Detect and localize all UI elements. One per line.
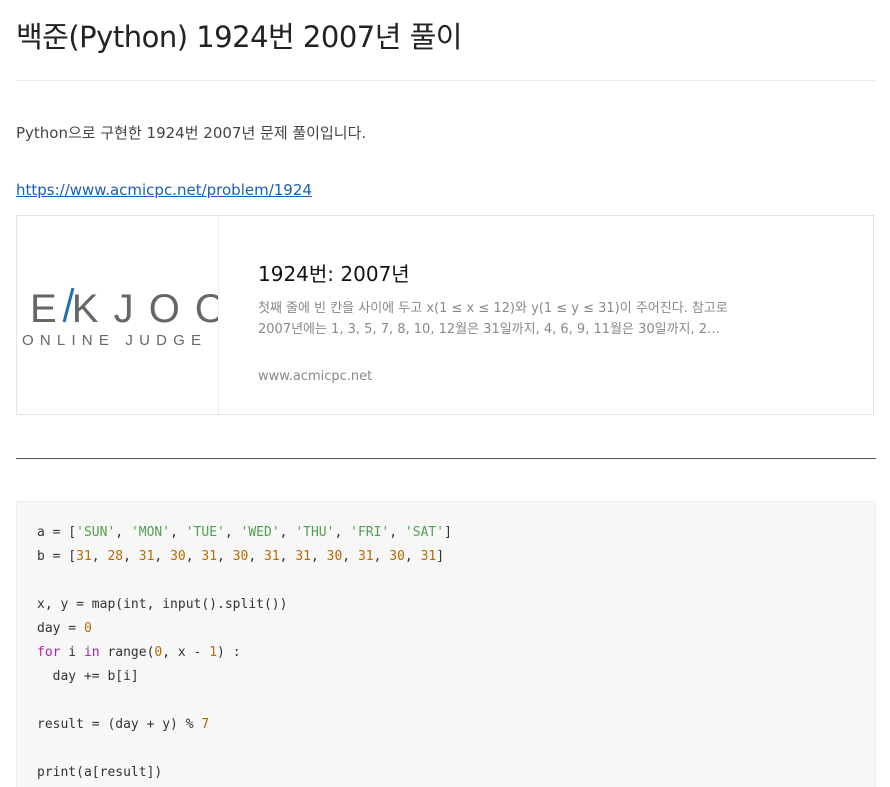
code-token: ) : [217, 645, 241, 660]
code-token: i [60, 645, 84, 660]
code-token: ] [436, 549, 445, 564]
code-line: a = ['SUN', 'MON', 'TUE', 'WED', 'THU', … [37, 521, 452, 545]
code-token: , [248, 549, 265, 564]
code-token: 31 [295, 549, 311, 564]
code-token: , x - [162, 645, 210, 660]
code-token: 'TUE' [185, 525, 225, 540]
post-intro: Python으로 구현한 1924번 2007년 문제 풀이입니다. [16, 124, 367, 142]
code-token: 'FRI' [350, 525, 390, 540]
section-divider [16, 458, 876, 459]
code-line: day = 0 [37, 617, 452, 641]
code-token: 'SAT' [404, 525, 445, 540]
problem-link[interactable]: https://www.acmicpc.net/problem/1924 [16, 181, 312, 199]
code-token: , [310, 549, 327, 564]
card-title: 1924번: 2007년 [258, 262, 410, 286]
code-token: , [334, 525, 351, 540]
code-line: b = [31, 28, 31, 30, 31, 30, 31, 31, 30,… [37, 545, 452, 569]
code-token: 30 [170, 549, 186, 564]
code-token: 31 [357, 549, 374, 564]
baekjoon-logo-thumbnail: E K J O O ONLINE JUDGE [17, 216, 219, 414]
code-token: 0 [83, 621, 92, 636]
code-token: a = [ [37, 525, 77, 540]
code-token: 31 [138, 549, 155, 564]
code-token: , [279, 525, 296, 540]
code-token: 30 [389, 549, 405, 564]
logo-primary-text: E K J O O [30, 287, 218, 331]
post-title: 백준(Python) 1924번 2007년 풀이 [16, 20, 463, 54]
code-token: 'SUN' [76, 525, 116, 540]
link-preview-card[interactable]: E K J O O ONLINE JUDGE 1924번: 2007년 첫째 줄… [16, 215, 874, 415]
code-token: result = (day + y) % [37, 717, 202, 732]
baekjoon-logo: E K J O O ONLINE JUDGE [22, 287, 218, 349]
code-token: ] [444, 525, 452, 540]
code-token: , [279, 549, 296, 564]
code-token: , [91, 549, 108, 564]
code-token: , [170, 525, 186, 540]
code-token: , [373, 549, 390, 564]
code-token: 'THU' [295, 525, 335, 540]
code-token: 'MON' [130, 525, 171, 540]
logo-secondary-text: ONLINE JUDGE [22, 332, 207, 349]
code-line: print(a[result]) [37, 761, 452, 785]
code-token: , [217, 549, 233, 564]
code-token: b = [ [37, 549, 77, 564]
code-token: 'WED' [240, 525, 280, 540]
code-line: x, y = map(int, input().split()) [37, 593, 452, 617]
code-token: for [37, 645, 61, 660]
code-line: day += b[i] [37, 665, 452, 689]
code-token: 31 [264, 549, 280, 564]
title-divider [16, 80, 876, 81]
code-token: 31 [76, 549, 92, 564]
code-line: result = (day + y) % 7 [37, 713, 452, 737]
code-token: x, y = map(int, input().split()) [37, 597, 288, 612]
code-token: 1 [209, 645, 218, 660]
card-description: 첫째 줄에 빈 칸을 사이에 두고 x(1 ≤ x ≤ 12)와 y(1 ≤ y… [258, 301, 728, 337]
code-token: , [389, 525, 405, 540]
code-token: 31 [201, 549, 218, 564]
code-token: , [185, 549, 202, 564]
code-token: day = [37, 621, 84, 636]
code-token: 31 [420, 549, 437, 564]
code-token: print(a[result]) [37, 765, 163, 780]
code-token: in [83, 645, 100, 660]
code-token: range( [99, 645, 155, 660]
code-token: , [342, 549, 358, 564]
code-line: for i in range(0, x - 1) : [37, 641, 452, 665]
code-token: 28 [107, 549, 124, 564]
code-token: 30 [326, 549, 343, 564]
code-token: , [115, 525, 131, 540]
code-token: , [404, 549, 421, 564]
code-token: , [154, 549, 171, 564]
code-token: 7 [201, 717, 210, 732]
code-token: , [224, 525, 241, 540]
code-block: a = ['SUN', 'MON', 'TUE', 'WED', 'THU' , … [16, 501, 876, 787]
code-token: 30 [232, 549, 249, 564]
code-token: , [123, 549, 139, 564]
blog-post-page: 백준(Python) 1924번 2007년 풀이 Python으로 구현한 1… [0, 0, 890, 787]
code-token: day += b[i] [37, 669, 139, 684]
card-host: www.acmicpc.net [258, 369, 373, 384]
code-lines: a = ['SUN', 'MON', 'TUE', 'WED', 'THU' , … [37, 521, 452, 785]
